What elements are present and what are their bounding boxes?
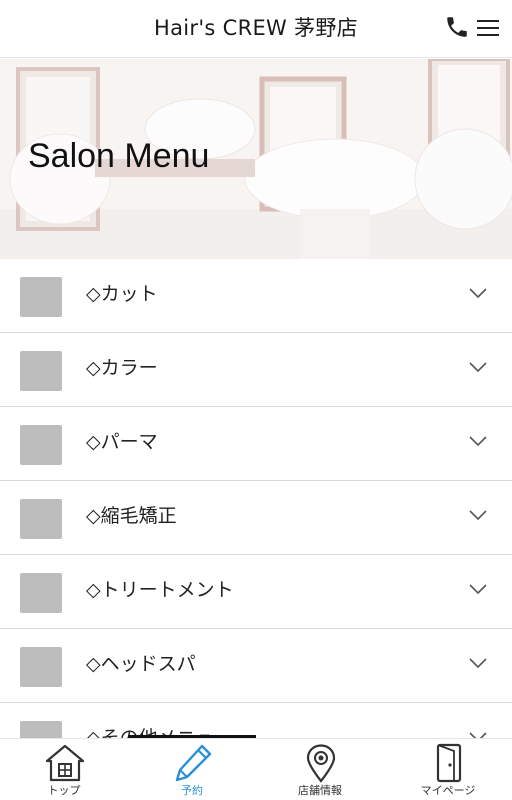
page-title: Hair's CREW 茅野店 xyxy=(154,16,358,40)
home-icon xyxy=(45,744,85,782)
tab-label: 店舗情報 xyxy=(298,784,342,797)
menu-item-label: ◇縮毛矯正 xyxy=(86,505,177,527)
chevron-down-icon[interactable] xyxy=(468,509,488,521)
menu-item-perm[interactable]: ◇パーマ xyxy=(0,407,512,481)
bottom-tab-bar: トップ 予約 店舗情報 マイページ xyxy=(0,738,512,800)
menu-item-head-spa[interactable]: ◇ヘッドスパ xyxy=(0,629,512,703)
menu-item-treatment[interactable]: ◇トリートメント xyxy=(0,555,512,629)
tab-store-info[interactable]: 店舗情報 xyxy=(256,739,384,800)
hamburger-menu-icon[interactable] xyxy=(476,17,500,39)
door-icon xyxy=(436,743,462,783)
menu-item-label: ◇ヘッドスパ xyxy=(86,653,196,675)
chevron-down-icon[interactable] xyxy=(468,287,488,299)
menu-thumbnail xyxy=(20,647,62,687)
map-pin-icon xyxy=(306,744,336,783)
chevron-down-icon[interactable] xyxy=(468,657,488,669)
menu-thumbnail xyxy=(20,499,62,539)
menu-item-label: ◇カット xyxy=(86,283,158,305)
pencil-icon xyxy=(175,744,212,782)
tab-label: トップ xyxy=(47,784,81,797)
menu-thumbnail xyxy=(20,425,62,465)
hero-banner: Salon Menu xyxy=(0,59,512,259)
chevron-down-icon[interactable] xyxy=(468,435,488,447)
phone-icon[interactable] xyxy=(444,14,470,40)
app-header: Hair's CREW 茅野店 xyxy=(0,0,512,58)
menu-item-label: ◇トリートメント xyxy=(86,579,234,601)
tab-my-page[interactable]: マイページ xyxy=(384,739,512,800)
tab-top[interactable]: トップ xyxy=(0,739,128,800)
menu-item-label: ◇パーマ xyxy=(86,431,158,453)
menu-item-label: ◇カラー xyxy=(86,357,158,379)
menu-thumbnail xyxy=(20,277,62,317)
menu-thumbnail xyxy=(20,573,62,613)
menu-item-cut[interactable]: ◇カット xyxy=(0,259,512,333)
tab-label: マイページ xyxy=(420,784,476,797)
tab-label: 予約 xyxy=(181,784,203,797)
tab-reservation[interactable]: 予約 xyxy=(128,739,256,800)
menu-item-straightening[interactable]: ◇縮毛矯正 xyxy=(0,481,512,555)
chevron-down-icon[interactable] xyxy=(468,361,488,373)
salon-menu-list: ◇カット ◇カラー ◇パーマ ◇縮毛矯正 ◇トリートメント ◇ヘッドスパ ◇その… xyxy=(0,259,512,777)
chevron-down-icon[interactable] xyxy=(468,583,488,595)
menu-thumbnail xyxy=(20,351,62,391)
hero-title: Salon Menu xyxy=(28,137,210,175)
menu-item-color[interactable]: ◇カラー xyxy=(0,333,512,407)
